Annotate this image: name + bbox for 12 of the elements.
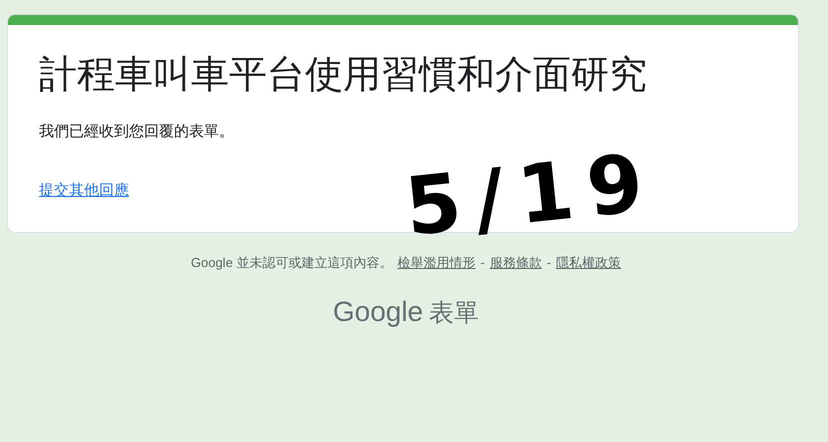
link-separator: - [480, 254, 485, 272]
footer-link[interactable]: 檢舉濫用情形 [397, 253, 476, 272]
handwritten-note: 5/19 [400, 137, 662, 253]
forms-logo-text: 表單 [429, 298, 480, 328]
link-separator: - [546, 254, 552, 272]
confirmation-message: 我們已經收到您回覆的表單。 [39, 122, 234, 142]
form-title: 計程車叫車平台使用習慣和介面研究 [39, 53, 647, 98]
submit-another-link[interactable]: 提交其他回應 [39, 180, 129, 202]
disclaimer-text: Google 並未認可或建立這項內容。 [190, 254, 392, 272]
footer-link[interactable]: 服務條款 [490, 253, 542, 272]
google-logo: Google [332, 294, 424, 329]
footer-link[interactable]: 隱私權政策 [556, 253, 622, 272]
